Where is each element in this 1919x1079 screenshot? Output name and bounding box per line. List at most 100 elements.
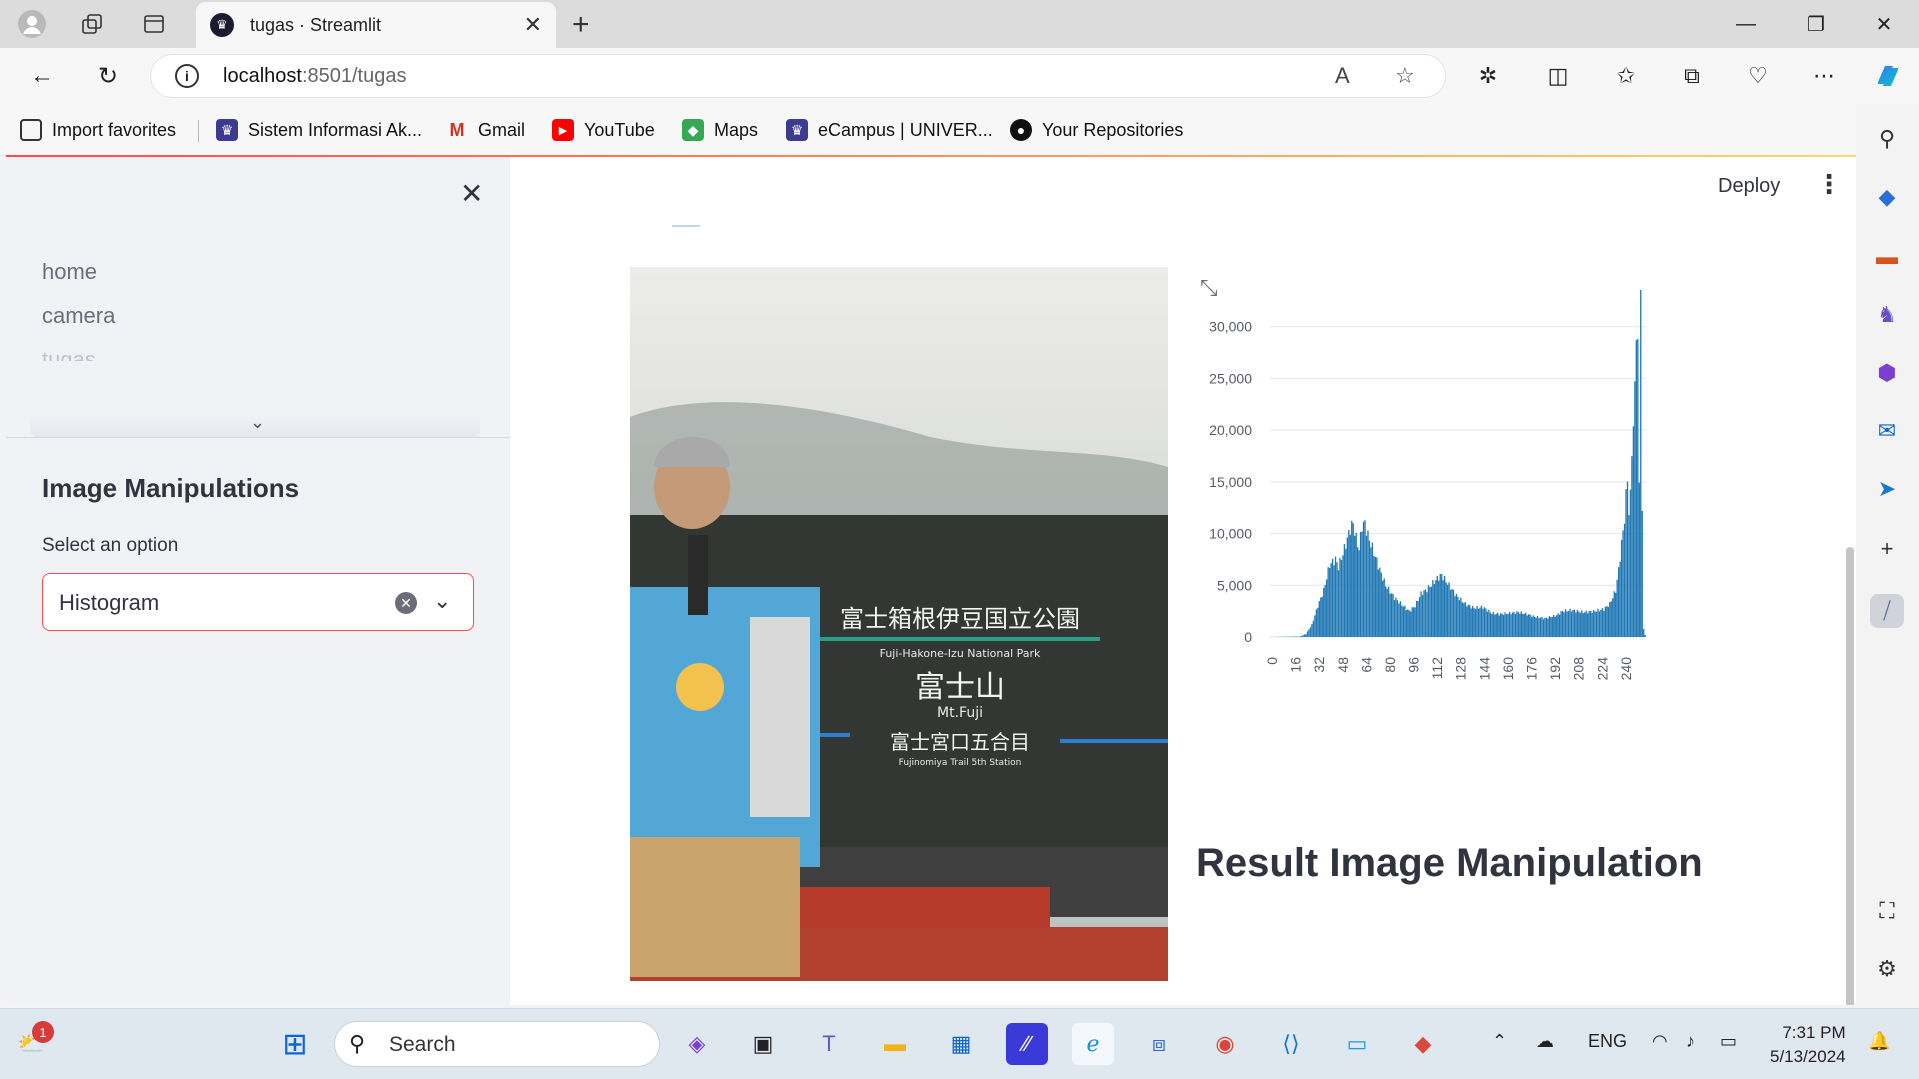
restore-button[interactable]: ❐ — [1786, 8, 1846, 40]
git-icon[interactable]: ◆ — [1402, 1023, 1444, 1065]
app-icon[interactable]: ∕∕ — [1006, 1023, 1048, 1065]
histogram-bar — [1591, 612, 1593, 637]
drag-handle-icon[interactable]: ⧸ — [1870, 594, 1904, 628]
histogram-bar — [1477, 608, 1480, 637]
histogram-bar — [1566, 611, 1568, 637]
add-icon[interactable]: + — [1870, 532, 1904, 566]
screenshot-icon[interactable]: ⛶ — [1870, 894, 1904, 928]
tools-icon[interactable]: ▬ — [1870, 240, 1904, 274]
teams-icon[interactable]: T — [808, 1023, 850, 1065]
deploy-button[interactable]: Deploy — [1718, 175, 1780, 198]
histogram-bar — [1470, 608, 1472, 637]
fav-your-repositories[interactable]: ● Your Repositories — [1010, 116, 1183, 144]
histogram-bar — [1352, 523, 1354, 637]
app-window-icon[interactable]: ▭ — [1336, 1023, 1378, 1065]
histogram-bar — [1622, 530, 1624, 637]
histogram-bar — [1418, 597, 1421, 637]
clear-selection-icon[interactable]: ✕ — [395, 592, 417, 614]
task-view-icon[interactable]: ▣ — [742, 1023, 784, 1065]
read-aloud-icon[interactable]: A — [1335, 63, 1350, 89]
site-info-icon[interactable]: i — [175, 64, 199, 88]
profile-icon[interactable] — [14, 8, 50, 40]
file-explorer-icon[interactable]: ▬ — [874, 1023, 916, 1065]
histogram-bar — [1643, 629, 1645, 637]
close-window-button[interactable]: ✕ — [1854, 8, 1914, 40]
battery-icon[interactable]: ▭ — [1720, 1031, 1737, 1052]
close-sidebar-icon[interactable]: ✕ — [460, 177, 483, 210]
taskbar-search[interactable]: ⚲ Search — [334, 1021, 660, 1067]
histogram-bar — [1464, 602, 1466, 637]
histogram-bar — [1519, 613, 1521, 637]
fav-sistem-informasi[interactable]: ♛ Sistem Informasi Ak... — [216, 116, 422, 144]
remote-desktop-icon[interactable]: ⧈ — [1138, 1023, 1180, 1065]
nav-camera[interactable]: camera — [42, 303, 115, 329]
extensions-icon[interactable]: ✲ — [1470, 60, 1506, 92]
volume-icon[interactable]: ♪ — [1686, 1031, 1695, 1052]
copilot-preview-icon[interactable]: ◈ — [676, 1023, 718, 1065]
fav-maps[interactable]: ◆ Maps — [682, 116, 758, 144]
copilot-icon[interactable] — [1870, 60, 1906, 92]
favorites-icon[interactable]: ✩ — [1608, 60, 1644, 92]
split-screen-icon[interactable]: ◫ — [1540, 60, 1576, 92]
favorite-star-icon[interactable]: ☆ — [1395, 63, 1415, 89]
collections-icon[interactable]: ⧉ — [1674, 60, 1710, 92]
nav-tugas[interactable]: tugas — [42, 347, 96, 361]
microsoft-365-icon[interactable]: ⬢ — [1870, 356, 1904, 390]
fav-youtube[interactable]: ▶ YouTube — [552, 116, 655, 144]
wifi-icon[interactable]: ◠ — [1652, 1031, 1668, 1052]
url-text[interactable]: localhost:8501/tugas — [223, 65, 406, 88]
browser-essentials-icon[interactable]: ♡ — [1740, 60, 1776, 92]
new-tab-button[interactable]: + — [572, 8, 590, 42]
show-hidden-icons[interactable]: ⌃ — [1492, 1031, 1507, 1052]
histogram-bar — [1318, 601, 1320, 637]
back-button[interactable]: ← — [22, 58, 62, 94]
shopping-tag-icon[interactable]: ◆ — [1870, 180, 1904, 214]
histogram-bar — [1411, 607, 1413, 637]
youtube-icon: ▶ — [552, 119, 574, 141]
windows-start-icon[interactable]: ⊞ — [274, 1023, 316, 1065]
histogram-bar — [1610, 601, 1612, 637]
search-icon[interactable]: ⚲ — [1870, 122, 1904, 156]
main-menu-icon[interactable]: ⋮ — [1816, 169, 1842, 200]
histogram-bar — [1308, 629, 1310, 637]
address-bar[interactable]: i localhost:8501/tugas A ☆ — [150, 54, 1446, 98]
nav-home[interactable]: home — [42, 259, 97, 285]
fav-import-favorites[interactable]: Import favorites — [20, 116, 176, 144]
histogram-bar — [1432, 580, 1434, 637]
histogram-bar — [1500, 613, 1502, 637]
histogram-bar — [1441, 574, 1443, 637]
tab-close-icon[interactable]: ✕ — [524, 12, 542, 38]
x-tick-label: 176 — [1524, 657, 1540, 681]
send-icon[interactable]: ➤ — [1870, 472, 1904, 506]
chevron-down-icon[interactable]: ⌄ — [250, 412, 265, 433]
histogram-bar — [1488, 609, 1490, 637]
edge-icon[interactable]: ℯ — [1072, 1023, 1114, 1065]
more-options-icon[interactable]: ⋯ — [1806, 60, 1842, 92]
histogram-bar — [1575, 612, 1577, 637]
histogram-bar — [1569, 608, 1571, 637]
microsoft-store-icon[interactable]: ▦ — [940, 1023, 982, 1065]
page-scrollbar[interactable] — [1846, 547, 1854, 1005]
chrome-icon[interactable]: ◉ — [1204, 1023, 1246, 1065]
onedrive-icon[interactable]: ☁ — [1536, 1031, 1554, 1052]
games-icon[interactable]: ♞ — [1870, 298, 1904, 332]
fav-ecampus[interactable]: ♛ eCampus | UNIVER... — [786, 116, 993, 144]
system-clock[interactable]: 7:31 PM 5/13/2024 — [1770, 1021, 1846, 1069]
chevron-down-icon[interactable]: ⌄ — [433, 588, 451, 614]
vscode-icon[interactable]: ⟨⟩ — [1270, 1023, 1312, 1065]
outlook-icon[interactable]: ✉ — [1870, 414, 1904, 448]
notifications-bell-icon[interactable]: 🔔 — [1868, 1031, 1890, 1052]
fav-gmail[interactable]: M Gmail — [446, 116, 526, 144]
refresh-button[interactable]: ↻ — [88, 58, 128, 94]
browser-tab-active[interactable]: ♛ tugas · Streamlit ✕ — [196, 2, 556, 48]
workspaces-icon[interactable] — [74, 8, 110, 40]
github-icon: ● — [1010, 119, 1032, 141]
option-select[interactable]: Histogram ✕ ⌄ — [42, 573, 474, 631]
vertical-tabs-icon[interactable] — [136, 8, 172, 40]
histogram-bar — [1323, 587, 1325, 637]
histogram-bar — [1454, 596, 1456, 637]
language-indicator[interactable]: ENG — [1588, 1031, 1627, 1052]
settings-icon[interactable]: ⚙ — [1870, 952, 1904, 986]
minimize-button[interactable]: — — [1716, 8, 1776, 40]
edge-sidebar: ⚲ ◆ ▬ ♞ ⬢ ✉ ➤ + ⧸ ⛶ ⚙ — [1856, 104, 1919, 1008]
